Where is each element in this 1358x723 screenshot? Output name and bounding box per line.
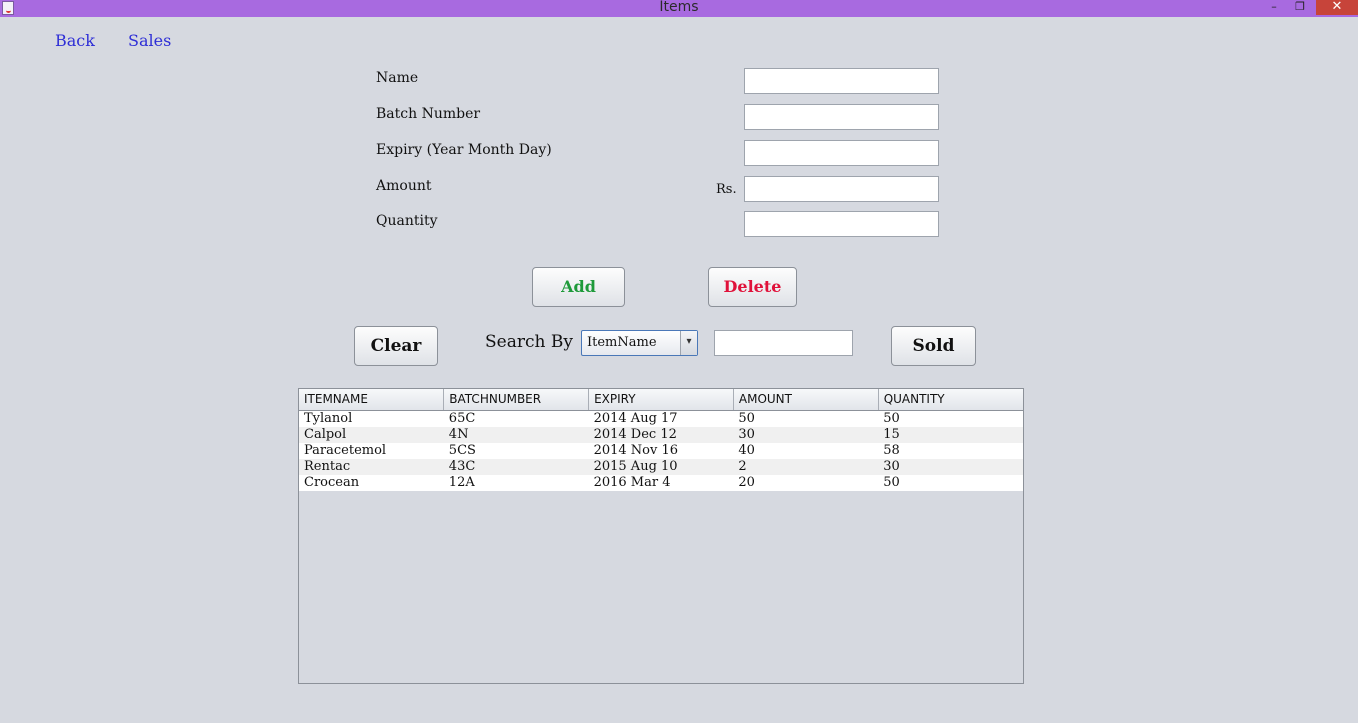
table-row[interactable]: Paracetemol 5CS 2014 Nov 16 40 58 (299, 442, 1023, 459)
quantity-label: Quantity (376, 213, 438, 229)
cell-quantity: 50 (878, 410, 1023, 427)
table-row[interactable]: Crocean 12A 2016 Mar 4 20 50 (299, 474, 1023, 491)
cell-amount: 40 (733, 442, 879, 459)
cell-batchnumber: 4N (443, 426, 589, 443)
cell-expiry: 2014 Dec 12 (588, 426, 734, 443)
maximize-button[interactable]: ❐ (1290, 0, 1310, 15)
delete-button[interactable]: Delete (708, 267, 797, 307)
cell-amount: 30 (733, 426, 879, 443)
search-by-selected: ItemName (587, 335, 657, 350)
title-bar: Items – ❐ ✕ (0, 0, 1358, 17)
cell-amount: 2 (733, 458, 879, 475)
table-header-row: ITEMNAME BATCHNUMBER EXPIRY AMOUNT QUANT… (299, 389, 1023, 411)
table-row[interactable]: Tylanol 65C 2014 Aug 17 50 50 (299, 410, 1023, 427)
expiry-field[interactable] (744, 140, 939, 166)
cell-quantity: 58 (878, 442, 1023, 459)
cell-itemname: Paracetemol (299, 442, 444, 459)
search-input[interactable] (714, 330, 853, 356)
column-header-itemname[interactable]: ITEMNAME (299, 389, 445, 411)
search-by-dropdown[interactable]: ItemName ▾ (581, 330, 698, 356)
column-header-batchnumber[interactable]: BATCHNUMBER (443, 389, 590, 411)
table-row[interactable]: Rentac 43C 2015 Aug 10 2 30 (299, 458, 1023, 475)
minimize-button[interactable]: – (1264, 0, 1284, 15)
batch-number-label: Batch Number (376, 106, 481, 122)
cell-quantity: 50 (878, 474, 1023, 491)
close-button[interactable]: ✕ (1316, 0, 1358, 15)
search-by-label: Search By (485, 332, 573, 352)
sales-link[interactable]: Sales (128, 31, 171, 50)
quantity-field[interactable] (744, 211, 939, 237)
amount-field[interactable] (744, 176, 939, 202)
table-row[interactable]: Calpol 4N 2014 Dec 12 30 15 (299, 426, 1023, 443)
cell-batchnumber: 12A (443, 474, 589, 491)
add-button[interactable]: Add (532, 267, 625, 307)
clear-button[interactable]: Clear (354, 326, 438, 366)
name-label: Name (376, 70, 419, 86)
cell-quantity: 15 (878, 426, 1023, 443)
sold-button[interactable]: Sold (891, 326, 976, 366)
items-table: ITEMNAME BATCHNUMBER EXPIRY AMOUNT QUANT… (298, 388, 1024, 684)
cell-batchnumber: 5CS (443, 442, 589, 459)
amount-label: Amount (376, 178, 432, 194)
cell-amount: 50 (733, 410, 879, 427)
cell-batchnumber: 43C (443, 458, 589, 475)
dropdown-arrow-icon[interactable]: ▾ (680, 331, 697, 355)
currency-prefix: Rs. (716, 182, 737, 197)
cell-batchnumber: 65C (443, 410, 589, 427)
name-field[interactable] (744, 68, 939, 94)
back-link[interactable]: Back (55, 31, 95, 50)
column-header-quantity[interactable]: QUANTITY (878, 389, 1023, 411)
cell-itemname: Tylanol (299, 410, 444, 427)
cell-expiry: 2014 Nov 16 (588, 442, 734, 459)
cell-amount: 20 (733, 474, 879, 491)
window-title: Items (659, 0, 699, 15)
cell-itemname: Calpol (299, 426, 444, 443)
cell-quantity: 30 (878, 458, 1023, 475)
expiry-label: Expiry (Year Month Day) (376, 142, 552, 158)
cell-expiry: 2014 Aug 17 (588, 410, 734, 427)
batch-number-field[interactable] (744, 104, 939, 130)
column-header-amount[interactable]: AMOUNT (733, 389, 879, 411)
cell-itemname: Crocean (299, 474, 444, 491)
column-header-expiry[interactable]: EXPIRY (588, 389, 734, 411)
cell-expiry: 2016 Mar 4 (588, 474, 734, 491)
cell-expiry: 2015 Aug 10 (588, 458, 734, 475)
cell-itemname: Rentac (299, 458, 444, 475)
